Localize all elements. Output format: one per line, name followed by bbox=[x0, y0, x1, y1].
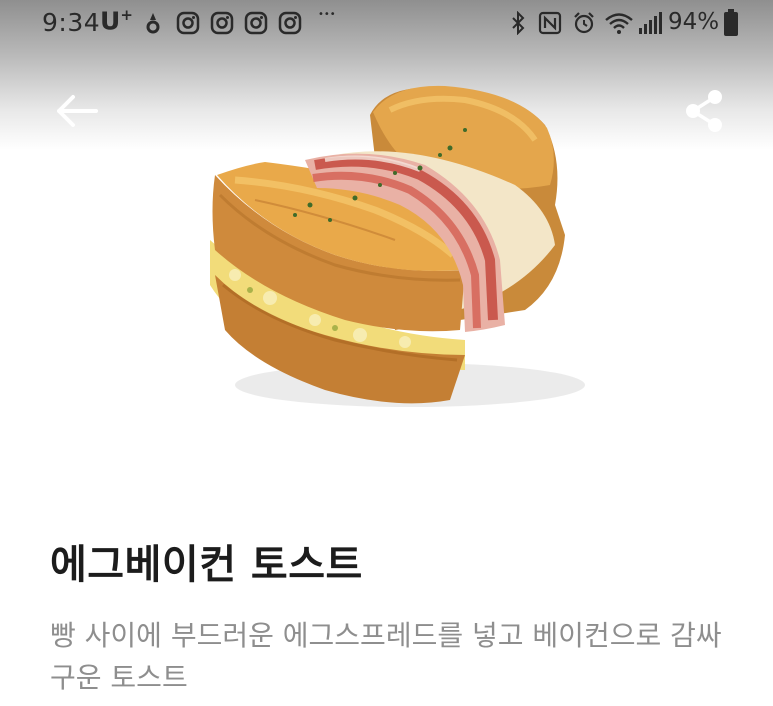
carrier-name: U bbox=[100, 6, 121, 36]
notification-drop-icon bbox=[146, 13, 160, 34]
battery-icon bbox=[724, 9, 738, 36]
back-button[interactable] bbox=[48, 83, 104, 139]
alarm-icon bbox=[574, 12, 594, 34]
share-button[interactable] bbox=[676, 83, 732, 139]
instagram-icon bbox=[244, 11, 268, 35]
carrier-plus: + bbox=[120, 6, 133, 24]
carrier-label: U+ bbox=[100, 6, 133, 35]
product-title: 에그베이컨 토스트 bbox=[50, 542, 363, 588]
instagram-icon bbox=[210, 11, 234, 35]
nfc-icon bbox=[538, 11, 562, 35]
instagram-icon bbox=[176, 11, 200, 35]
product-image bbox=[210, 85, 585, 407]
product-description: 빵 사이에 부드러운 에그스프레드를 넣고 베이컨으로 감싸 구운 토스트 bbox=[50, 619, 722, 694]
wifi-icon bbox=[605, 13, 633, 34]
status-time: 9:34 bbox=[42, 8, 101, 37]
bluetooth-icon bbox=[512, 11, 525, 35]
signal-icon bbox=[639, 12, 662, 34]
instagram-icon bbox=[278, 11, 302, 35]
more-notifications-icon: ••• bbox=[318, 9, 336, 20]
share-icon bbox=[686, 90, 722, 132]
status-bar: 9:34 U+ ••• 94% bbox=[0, 0, 773, 46]
arrow-left-icon bbox=[57, 95, 98, 127]
battery-percentage: 94% bbox=[668, 9, 720, 35]
